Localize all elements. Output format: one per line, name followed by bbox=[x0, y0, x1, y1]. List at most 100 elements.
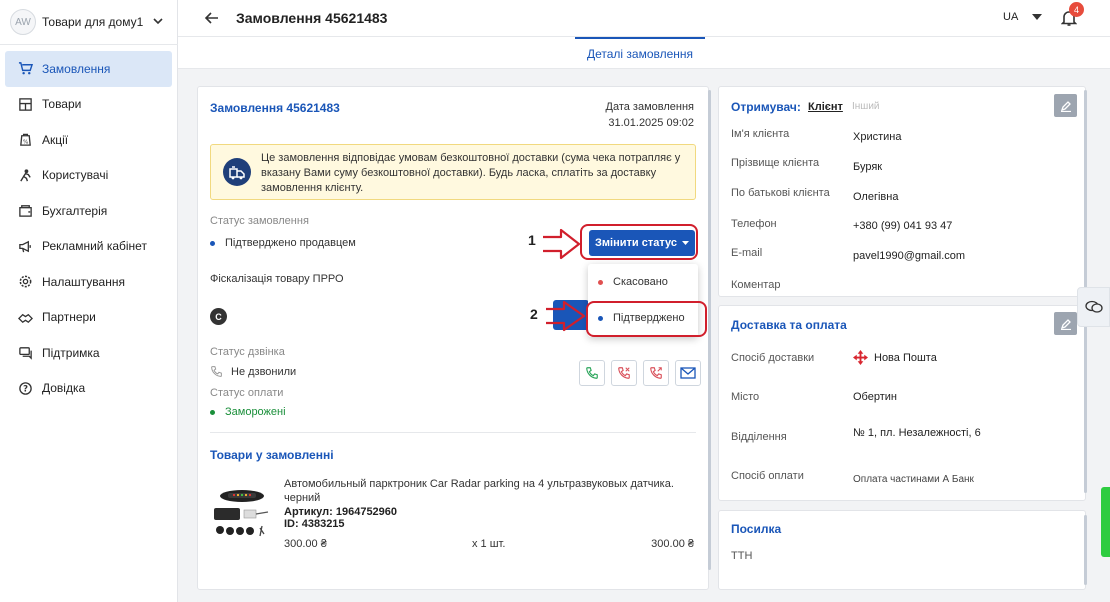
sidebar-item-label: Підтримка bbox=[42, 345, 100, 360]
call-status-label: Статус дзвінка bbox=[210, 346, 285, 358]
phone-icon bbox=[586, 367, 598, 379]
sidebar-item-settings[interactable]: Налаштування bbox=[5, 264, 172, 300]
sidebar-item-products[interactable]: Товари bbox=[5, 87, 172, 123]
highlight-outline-2 bbox=[586, 301, 707, 337]
svg-text:%: % bbox=[22, 140, 28, 146]
email-button[interactable] bbox=[675, 360, 701, 386]
language-selector[interactable]: UA bbox=[1003, 11, 1043, 23]
field-label: Прізвище клієнта bbox=[731, 157, 820, 169]
order-title: Замовлення 45621483 bbox=[210, 101, 340, 115]
field-label: Спосіб доставки bbox=[731, 352, 815, 364]
delivery-method-text: Нова Пошта bbox=[874, 351, 937, 364]
annotation-arrow-1 bbox=[543, 228, 581, 260]
status-option-label: Скасовано bbox=[613, 276, 668, 288]
goods-title: Товари у замовленні bbox=[210, 448, 334, 462]
recipient-card: Отримувач: Клієнт Інший Ім'я клієнта Хри… bbox=[718, 86, 1086, 297]
pencil-icon bbox=[1060, 318, 1071, 330]
field-label: Телефон bbox=[731, 218, 777, 230]
side-indicator bbox=[1101, 487, 1110, 557]
sidebar-item-help[interactable]: ? Довідка bbox=[5, 371, 172, 407]
call-status-value: Не дзвонили bbox=[210, 365, 296, 378]
field-value: Нова Пошта bbox=[853, 350, 937, 365]
sidebar-item-label: Партнери bbox=[42, 310, 96, 325]
sidebar-item-partners[interactable]: Партнери bbox=[5, 300, 172, 336]
field-label: Ім'я клієнта bbox=[731, 128, 790, 140]
order-status-label: Статус замовлення bbox=[210, 215, 309, 227]
call-status-text: Не дзвонили bbox=[231, 365, 297, 378]
sidebar-item-accounting[interactable]: Бухгалтерія bbox=[5, 193, 172, 229]
scrollbar[interactable] bbox=[1084, 90, 1087, 290]
page-title: Замовлення 45621483 bbox=[236, 10, 388, 26]
product-price: 300.00 ₴ bbox=[284, 538, 327, 550]
divider bbox=[210, 432, 696, 433]
chat-bubbles-icon bbox=[1084, 300, 1103, 313]
sidebar-item-orders[interactable]: Замовлення bbox=[5, 51, 172, 87]
sidebar-item-users[interactable]: Користувачі bbox=[5, 158, 172, 194]
sidebar-nav: Замовлення Товари % Акції Користувачі Бу… bbox=[5, 51, 172, 406]
declined-call-button[interactable] bbox=[643, 360, 669, 386]
sidebar-item-label: Акції bbox=[42, 132, 69, 147]
nova-poshta-logo-icon bbox=[853, 350, 868, 365]
chat-widget-button[interactable] bbox=[1077, 287, 1110, 327]
email-icon bbox=[680, 367, 696, 379]
shop-selector[interactable]: AW Товари для дому1 bbox=[10, 8, 170, 36]
annotation-arrow-2 bbox=[546, 300, 586, 332]
product-total: 300.00 ₴ bbox=[651, 538, 694, 550]
svg-text:?: ? bbox=[23, 383, 28, 393]
parcel-card: Посилка ТТН bbox=[718, 510, 1086, 590]
free-delivery-alert: Це замовлення відповідає умовам безкошто… bbox=[210, 144, 696, 200]
order-date-label: Дата замовлення bbox=[605, 101, 695, 113]
tab-order-details[interactable]: Деталі замовлення bbox=[575, 37, 705, 69]
notification-badge: 4 bbox=[1069, 2, 1084, 17]
recipient-toggle-other[interactable]: Інший bbox=[852, 101, 880, 112]
field-value: Обертин bbox=[853, 391, 897, 403]
support-icon bbox=[17, 345, 33, 361]
change-status-label: Змінити статус bbox=[595, 237, 677, 249]
edit-delivery-button[interactable] bbox=[1054, 312, 1077, 335]
phone-icon bbox=[211, 366, 222, 377]
delivery-box-icon bbox=[223, 158, 251, 186]
order-status-text: Підтверджено продавцем bbox=[225, 237, 356, 249]
back-arrow-icon[interactable] bbox=[204, 10, 220, 26]
scrollbar[interactable] bbox=[1084, 515, 1087, 585]
recipient-toggle-client[interactable]: Клієнт bbox=[808, 101, 843, 113]
field-label: Місто bbox=[731, 391, 760, 403]
caret-down-icon bbox=[1032, 14, 1043, 20]
gear-icon bbox=[17, 274, 33, 290]
megaphone-icon bbox=[17, 238, 33, 254]
fiscal-badge: C bbox=[210, 308, 227, 325]
handshake-icon bbox=[17, 309, 33, 325]
sidebar-item-ads[interactable]: Рекламний кабінет bbox=[5, 229, 172, 265]
sidebar-item-label: Налаштування bbox=[42, 274, 125, 289]
sidebar-item-label: Довідка bbox=[42, 381, 86, 396]
sidebar-item-label: Рекламний кабінет bbox=[42, 239, 147, 254]
sidebar-item-promotions[interactable]: % Акції bbox=[5, 122, 172, 158]
sidebar-item-label: Товари bbox=[42, 97, 82, 112]
call-button[interactable] bbox=[579, 360, 605, 386]
scrollbar[interactable] bbox=[1084, 310, 1087, 493]
promo-icon: % bbox=[17, 132, 33, 148]
missed-call-button[interactable] bbox=[611, 360, 637, 386]
tab-bar: Деталі замовлення bbox=[178, 37, 1110, 69]
field-label: Коментар bbox=[731, 279, 781, 291]
help-icon: ? bbox=[17, 380, 33, 396]
top-header: Замовлення 45621483 UA 4 bbox=[178, 0, 1110, 37]
status-option-cancelled[interactable]: Скасовано bbox=[588, 264, 698, 300]
edit-recipient-button[interactable] bbox=[1054, 94, 1077, 117]
scrollbar[interactable] bbox=[708, 90, 711, 570]
order-status-value: Підтверджено продавцем bbox=[210, 237, 356, 249]
fiscal-label: Фіскалізація товару ПРРО bbox=[210, 273, 344, 285]
order-card: Замовлення 45621483 Дата замовлення 31.0… bbox=[197, 86, 709, 590]
delivery-title: Доставка та оплата bbox=[731, 318, 847, 332]
payment-status-label: Статус оплати bbox=[210, 387, 284, 399]
sidebar-item-support[interactable]: Підтримка bbox=[5, 335, 172, 371]
change-status-button[interactable]: Змінити статус bbox=[589, 230, 695, 256]
alert-text: Це замовлення відповідає умовам безкошто… bbox=[261, 152, 681, 194]
field-value: pavel1990@gmail.com bbox=[853, 250, 966, 262]
divider bbox=[0, 44, 178, 45]
field-label: По батькові клієнта bbox=[731, 187, 830, 199]
field-label: Відділення bbox=[731, 431, 787, 443]
product-name[interactable]: Автомобильный парктроник Car Radar parki… bbox=[284, 477, 674, 505]
language-value: UA bbox=[1003, 11, 1019, 23]
field-value: +380 (99) 041 93 47 bbox=[853, 220, 953, 232]
